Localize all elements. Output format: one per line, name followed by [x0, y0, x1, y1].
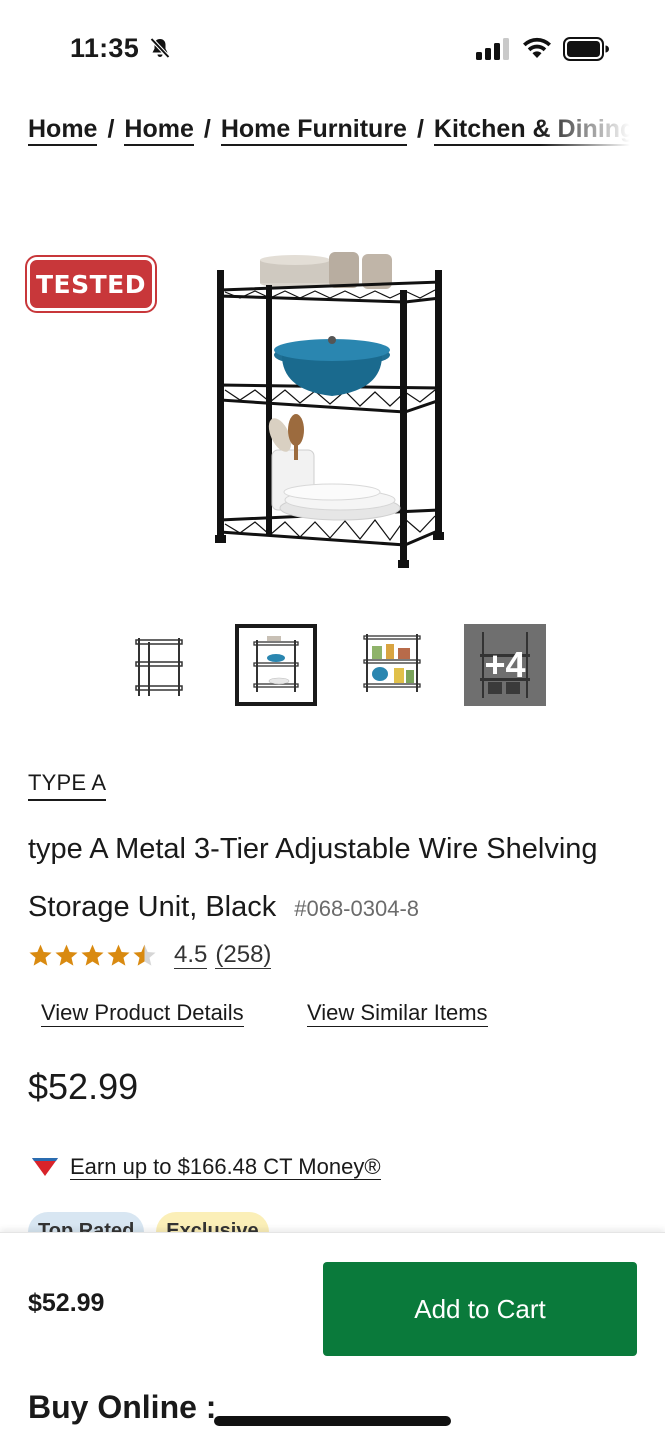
view-similar-items-link[interactable]: View Similar Items	[307, 1000, 488, 1027]
view-product-details-link[interactable]: View Product Details	[41, 1000, 244, 1027]
product-title: type A Metal 3-Tier Adjustable Wire Shel…	[28, 820, 638, 938]
breadcrumb-home[interactable]: Home	[28, 115, 98, 146]
breadcrumb-home-furniture[interactable]: Home Furniture	[220, 115, 407, 146]
ct-triangle-icon	[32, 1158, 58, 1176]
cellular-signal-icon	[476, 38, 509, 60]
sticky-price: $52.99	[28, 1289, 105, 1317]
shelf-with-pantry-thumbnail-image	[363, 634, 421, 692]
buy-online-heading: Buy Online :	[28, 1389, 217, 1425]
rating-count[interactable]: (258)	[215, 941, 272, 969]
product-rating[interactable]: 4.5 (258)	[28, 938, 272, 972]
star-full-icon	[55, 944, 78, 966]
thumbnail-strip: +4	[118, 624, 548, 706]
wifi-icon	[523, 37, 551, 58]
thumbnail-more[interactable]: +4	[464, 624, 546, 706]
product-sku: #068-0304-8	[294, 896, 420, 921]
rating-stars	[28, 943, 158, 968]
breadcrumb-kitchen-dining[interactable]: Kitchen & Dining	[433, 115, 636, 146]
product-price: $52.99	[28, 1066, 139, 1107]
status-bar: 11:35	[0, 0, 665, 96]
more-images-label: +4	[484, 644, 526, 685]
breadcrumb: Home / Home / Home Furniture / Kitchen & Dinin…	[28, 115, 638, 155]
product-image[interactable]	[200, 240, 460, 580]
ct-money-text[interactable]: Earn up to $166.48 CT Money®	[70, 1154, 381, 1180]
star-full-icon	[29, 944, 52, 966]
breadcrumb-separator: /	[203, 115, 211, 143]
sticky-add-to-cart-bar: $52.99 Add to Cart Buy Online :	[0, 1232, 665, 1440]
status-time: 11:35	[70, 33, 140, 63]
home-indicator[interactable]	[214, 1416, 451, 1426]
tested-badge-label: TESTED	[35, 269, 147, 299]
add-to-cart-button[interactable]: Add to Cart	[323, 1262, 637, 1356]
thumbnail-3[interactable]	[352, 624, 434, 706]
star-half-icon	[133, 944, 156, 966]
shelf-with-cookware-thumbnail-image	[253, 636, 299, 692]
ct-money-offer[interactable]: Earn up to $166.48 CT Money®	[30, 1152, 381, 1182]
star-full-icon	[107, 944, 130, 966]
breadcrumb-home-2[interactable]: Home	[124, 115, 194, 146]
rating-value[interactable]: 4.5	[174, 941, 208, 969]
shelf-thumbnail-image	[135, 638, 183, 696]
tested-badge: TESTED	[27, 257, 155, 311]
breadcrumb-separator: /	[107, 115, 115, 143]
battery-icon	[563, 37, 609, 61]
thumbnail-1[interactable]	[118, 624, 200, 706]
breadcrumb-separator: /	[416, 115, 424, 143]
star-full-icon	[81, 944, 104, 966]
bell-muted-icon	[150, 37, 170, 59]
brand-link[interactable]: TYPE A	[28, 770, 107, 801]
thumbnail-2[interactable]	[235, 624, 317, 706]
